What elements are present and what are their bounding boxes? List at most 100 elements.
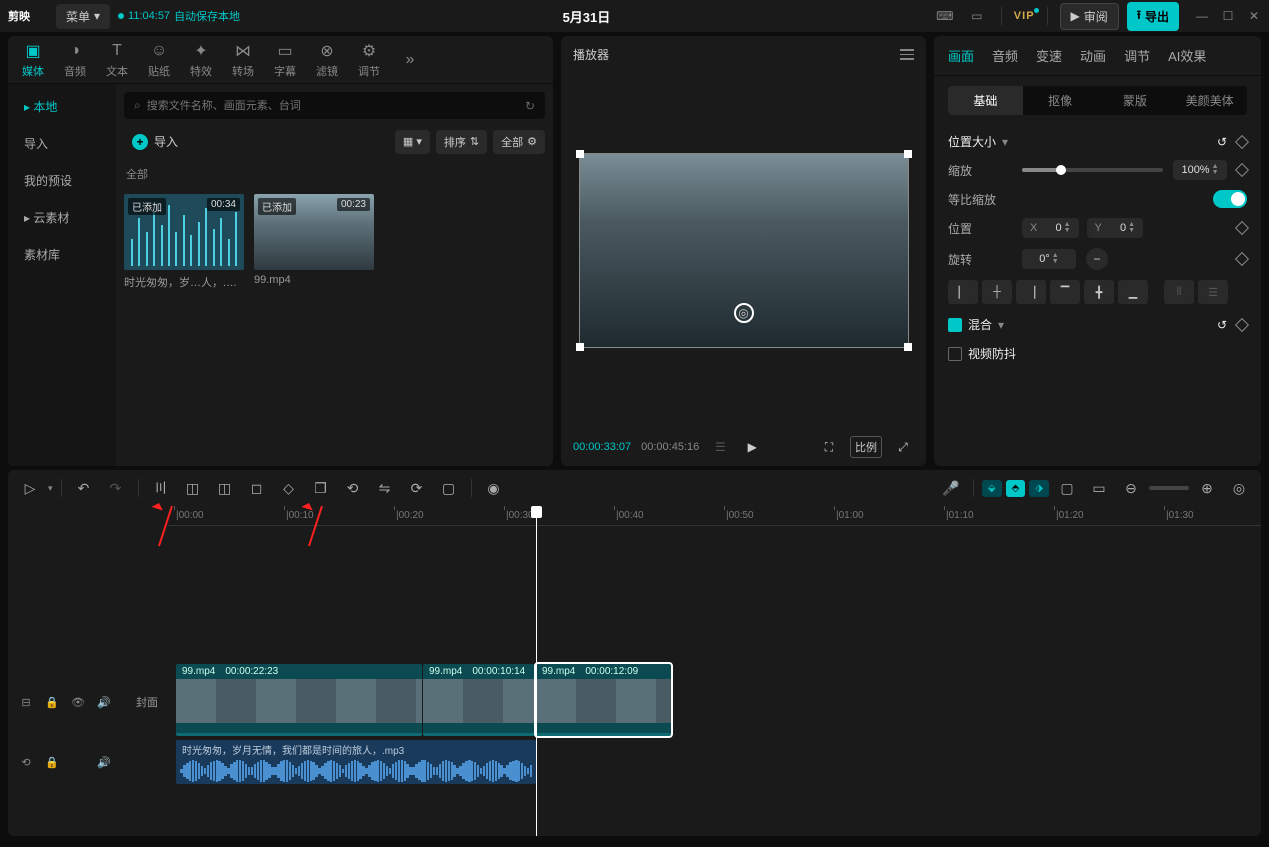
tab-ai-effect[interactable]: AI效果 — [1168, 46, 1206, 65]
reset-icon[interactable]: ↺ — [1217, 318, 1227, 332]
zoom-fit-icon[interactable]: ◎ — [1225, 474, 1253, 502]
sidebar-item-library[interactable]: 素材库 — [8, 236, 116, 273]
minimize-button[interactable]: — — [1195, 9, 1209, 23]
pointer-tool-icon[interactable]: ▷ — [16, 474, 44, 502]
tracks-area[interactable]: 99.mp400:00:22:2399.mp400:00:10:1499.mp4… — [168, 526, 1261, 836]
zoom-in-icon[interactable]: ⊕ — [1193, 474, 1221, 502]
tab-audio[interactable]: ◑音频 — [54, 41, 96, 79]
tab-transition[interactable]: ⋈转场 — [222, 41, 264, 79]
video-clip[interactable]: 99.mp400:00:22:23 — [176, 664, 422, 736]
fullscreen-icon[interactable]: ⤢ — [892, 436, 914, 458]
eye-icon[interactable]: 👁 — [70, 696, 86, 709]
stabilize-checkbox[interactable] — [948, 347, 962, 361]
chevron-down-icon[interactable]: ▾ — [48, 483, 53, 494]
magnet-snap-icon[interactable]: ⬘ — [1006, 480, 1026, 497]
tab-media[interactable]: ▣媒体 — [12, 41, 54, 79]
zoom-out-icon[interactable]: ⊖ — [1117, 474, 1145, 502]
playhead[interactable] — [536, 506, 537, 836]
track-toggle-icon[interactable]: ⟲ — [18, 756, 34, 769]
tab-text[interactable]: T文本 — [96, 41, 138, 79]
mic-icon[interactable]: 🎤 — [937, 474, 965, 502]
rotate-input[interactable]: 0°▲▼ — [1022, 249, 1076, 269]
menu-button[interactable]: 菜单 ▾ — [56, 4, 110, 29]
aspect-ratio-button[interactable]: 比例 — [850, 436, 882, 458]
tab-sticker[interactable]: ☺贴纸 — [138, 41, 180, 79]
lock-icon[interactable]: 🔒 — [44, 756, 60, 769]
pos-y-input[interactable]: Y 0▲▼ — [1087, 218, 1144, 238]
mute-icon[interactable]: 🔊 — [96, 756, 112, 769]
subtab-basic[interactable]: 基础 — [948, 86, 1023, 115]
refresh-icon[interactable]: ↻ — [525, 99, 535, 113]
split-icon[interactable]: 〣 — [147, 474, 175, 502]
keyframe-icon[interactable] — [1235, 252, 1249, 266]
review-button[interactable]: ▶ 审阅 — [1060, 3, 1119, 30]
tab-audio-prop[interactable]: 音频 — [992, 46, 1018, 65]
frame-fit-icon[interactable]: ⛶ — [818, 436, 840, 458]
search-input[interactable] — [147, 100, 519, 112]
align-top-icon[interactable]: ▔ — [1050, 280, 1080, 304]
crop-icon[interactable]: ◻ — [243, 474, 271, 502]
rotate-icon[interactable]: ⟳ — [403, 474, 431, 502]
tab-adjust-prop[interactable]: 调节 — [1124, 46, 1150, 65]
zoom-slider[interactable] — [1149, 486, 1189, 490]
copy-icon[interactable]: ❐ — [307, 474, 335, 502]
keyframe-icon[interactable] — [1235, 134, 1249, 148]
tab-animation[interactable]: 动画 — [1080, 46, 1106, 65]
play-button[interactable]: ▶ — [741, 436, 763, 458]
resize-handle-tr[interactable] — [904, 150, 912, 158]
subtab-mask[interactable]: 蒙版 — [1098, 86, 1173, 115]
import-button[interactable]: + 导入 — [124, 129, 186, 154]
magnet-link-icon[interactable]: ⬗ — [1029, 480, 1049, 497]
layout-icon[interactable]: ▭ — [965, 4, 989, 28]
keyframe-icon[interactable] — [1235, 317, 1249, 331]
resize-handle-br[interactable] — [904, 343, 912, 351]
tab-subtitle[interactable]: ▭字幕 — [264, 41, 306, 79]
subtab-cutout[interactable]: 抠像 — [1023, 86, 1098, 115]
player-viewport[interactable]: ◎ — [561, 73, 926, 428]
player-menu-icon[interactable] — [900, 49, 914, 60]
keyframe-icon[interactable] — [1235, 221, 1249, 235]
view-grid-button[interactable]: ▦ ▾ — [395, 130, 430, 154]
video-clip[interactable]: 99.mp400:00:10:14 — [423, 664, 535, 736]
aspect-lock-toggle[interactable] — [1213, 190, 1247, 208]
sidebar-item-presets[interactable]: 我的预设 — [8, 162, 116, 199]
preview-icon[interactable]: ▢ — [1053, 474, 1081, 502]
media-clip[interactable]: 已添加 00:23 99.mp4 — [254, 194, 374, 290]
resize-handle-tl[interactable] — [576, 150, 584, 158]
keyboard-icon[interactable]: ⌨ — [933, 4, 957, 28]
redo-icon[interactable]: ↷ — [102, 474, 130, 502]
mirror-icon[interactable]: ⇋ — [371, 474, 399, 502]
smart-icon[interactable]: ◉ — [480, 474, 508, 502]
trim-left-icon[interactable]: ◫ — [179, 474, 207, 502]
tab-picture[interactable]: 画面 — [948, 46, 974, 65]
mask-icon[interactable]: ◇ — [275, 474, 303, 502]
tab-filter[interactable]: ⊗滤镜 — [306, 41, 348, 79]
align-vcenter-icon[interactable]: ╋ — [1084, 280, 1114, 304]
video-clip[interactable]: 99.mp400:00:12:09 — [536, 664, 671, 736]
sidebar-item-import[interactable]: 导入 — [8, 125, 116, 162]
pos-x-input[interactable]: X 0▲▼ — [1022, 218, 1079, 238]
track-height-icon[interactable]: ▭ — [1085, 474, 1113, 502]
subtab-beauty[interactable]: 美颜美体 — [1172, 86, 1247, 115]
reset-icon[interactable]: ↺ — [1217, 135, 1227, 149]
sidebar-item-local[interactable]: ▸ 本地 — [8, 88, 116, 125]
track-toggle-icon[interactable]: ⊟ — [18, 696, 34, 709]
resize-handle-bl[interactable] — [576, 343, 584, 351]
media-clip[interactable]: 已添加 00:34 时光匆匆，岁…人，.mp3 — [124, 194, 244, 290]
scale-slider[interactable] — [1022, 168, 1163, 172]
mute-icon[interactable]: 🔊 — [96, 696, 112, 709]
close-button[interactable]: ✕ — [1247, 9, 1261, 23]
blend-checkbox[interactable] — [948, 318, 962, 332]
tab-more[interactable]: » — [390, 50, 430, 70]
filter-all-button[interactable]: 全部 ⚙ — [493, 130, 545, 154]
audio-clip[interactable]: 时光匆匆，岁月无情，我们都是时间的旅人，.mp3 — [176, 740, 536, 784]
trim-right-icon[interactable]: ◫ — [211, 474, 239, 502]
undo-icon[interactable]: ↶ — [70, 474, 98, 502]
keyframe-icon[interactable] — [1235, 163, 1249, 177]
align-hcenter-icon[interactable]: ┼ — [982, 280, 1012, 304]
tab-effect[interactable]: ✦特效 — [180, 41, 222, 79]
cover-label[interactable]: 封面 — [136, 694, 158, 710]
align-bottom-icon[interactable]: ▁ — [1118, 280, 1148, 304]
tab-speed[interactable]: 变速 — [1036, 46, 1062, 65]
player-frame[interactable]: ◎ — [579, 153, 909, 348]
